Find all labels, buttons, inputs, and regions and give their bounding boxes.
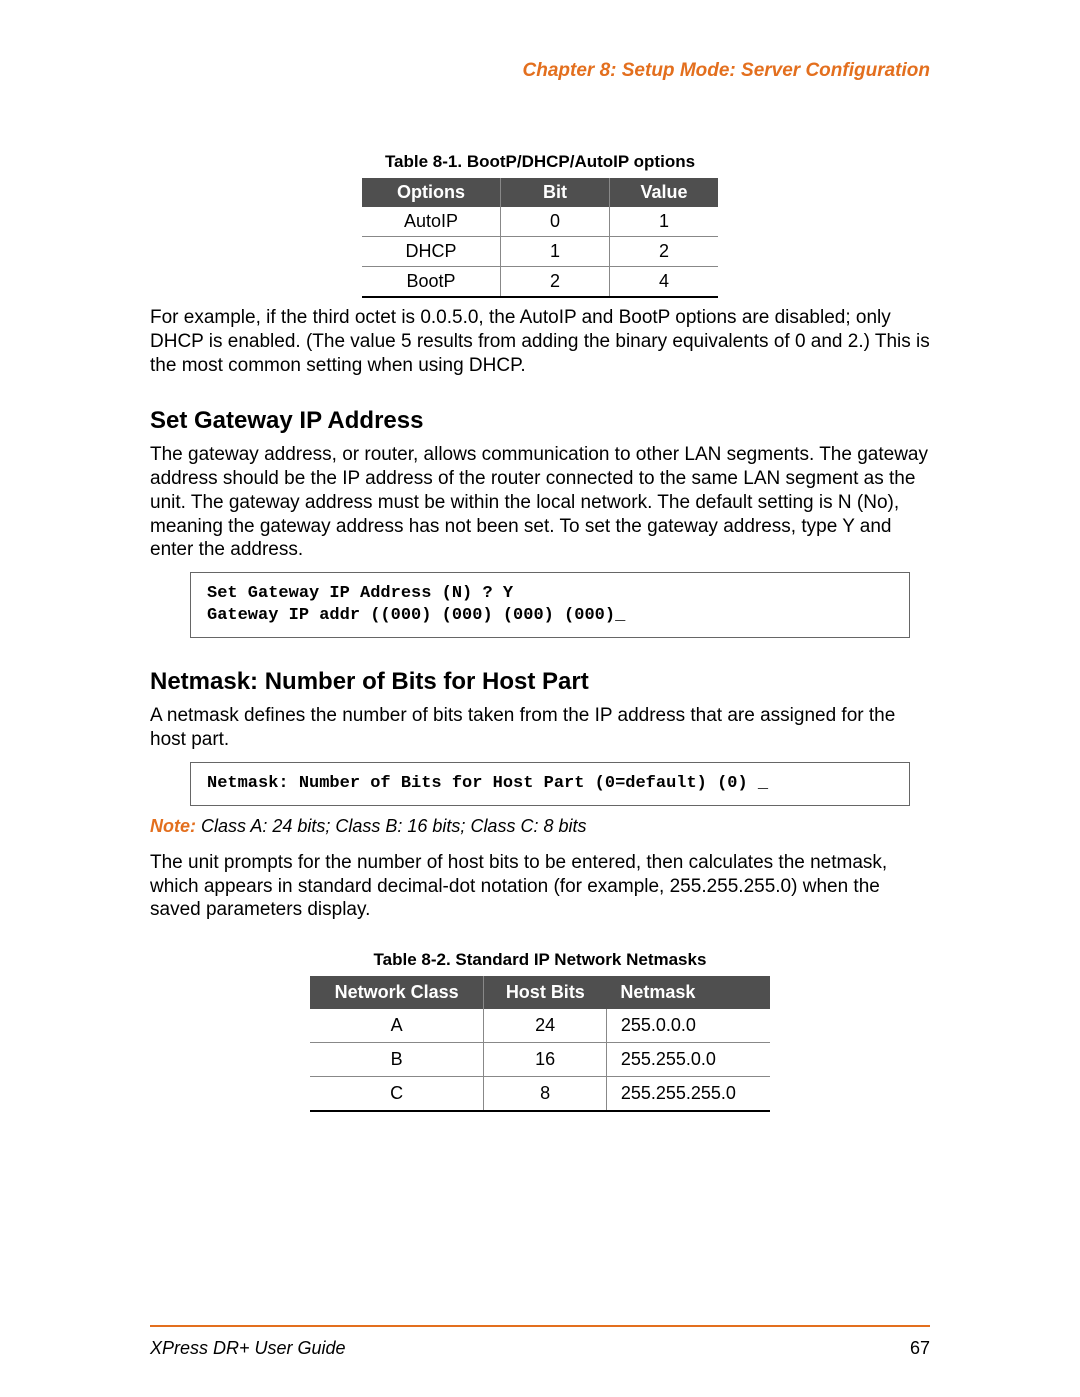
table-netmasks: Network Class Host Bits Netmask A 24 255… [310,976,770,1112]
cell: BootP [362,267,501,298]
cell: 0 [501,207,610,237]
cell: DHCP [362,237,501,267]
cell: 2 [610,237,719,267]
table-row: C 8 255.255.255.0 [310,1077,770,1112]
th-options: Options [362,178,501,207]
table-header-row: Network Class Host Bits Netmask [310,976,770,1009]
heading-netmask: Netmask: Number of Bits for Host Part [150,668,930,696]
table-row: AutoIP 0 1 [362,207,718,237]
table-header-row: Options Bit Value [362,178,718,207]
th-network-class: Network Class [310,976,484,1009]
table-row: DHCP 1 2 [362,237,718,267]
table1-caption: Table 8-1. BootP/DHCP/AutoIP options [150,152,930,172]
footer-guide: XPress DR+ User Guide [150,1338,346,1359]
cell: 1 [501,237,610,267]
terminal-output: Set Gateway IP Address (N) ? Y Gateway I… [190,572,910,638]
cell: B [310,1043,484,1077]
table-row: BootP 2 4 [362,267,718,298]
th-value: Value [610,178,719,207]
table-bootp-options: Options Bit Value AutoIP 0 1 DHCP 1 2 Bo… [362,178,718,298]
cell: 4 [610,267,719,298]
table-row: A 24 255.0.0.0 [310,1009,770,1043]
table2-caption: Table 8-2. Standard IP Network Netmasks [150,950,930,970]
cell: 255.0.0.0 [606,1009,770,1043]
terminal-output: Netmask: Number of Bits for Host Part (0… [190,762,910,806]
paragraph: For example, if the third octet is 0.0.5… [150,306,930,377]
footer-page-number: 67 [910,1338,930,1359]
cell: 16 [484,1043,607,1077]
footer-rule [150,1325,930,1327]
cell: 8 [484,1077,607,1112]
cell: 255.255.255.0 [606,1077,770,1112]
th-host-bits: Host Bits [484,976,607,1009]
th-netmask: Netmask [606,976,770,1009]
note-text: Class A: 24 bits; Class B: 16 bits; Clas… [196,816,586,836]
note-label: Note: [150,816,196,836]
th-bit: Bit [501,178,610,207]
cell: 24 [484,1009,607,1043]
footer: XPress DR+ User Guide 67 [150,1338,930,1359]
note: Note: Class A: 24 bits; Class B: 16 bits… [150,816,930,837]
cell: 255.255.0.0 [606,1043,770,1077]
chapter-header: Chapter 8: Setup Mode: Server Configurat… [150,60,930,82]
heading-set-gateway: Set Gateway IP Address [150,407,930,435]
table-row: B 16 255.255.0.0 [310,1043,770,1077]
paragraph: A netmask defines the number of bits tak… [150,704,930,752]
cell: 1 [610,207,719,237]
cell: A [310,1009,484,1043]
page: Chapter 8: Setup Mode: Server Configurat… [0,0,1080,1397]
cell: 2 [501,267,610,298]
cell: AutoIP [362,207,501,237]
paragraph: The gateway address, or router, allows c… [150,443,930,562]
paragraph: The unit prompts for the number of host … [150,851,930,922]
cell: C [310,1077,484,1112]
